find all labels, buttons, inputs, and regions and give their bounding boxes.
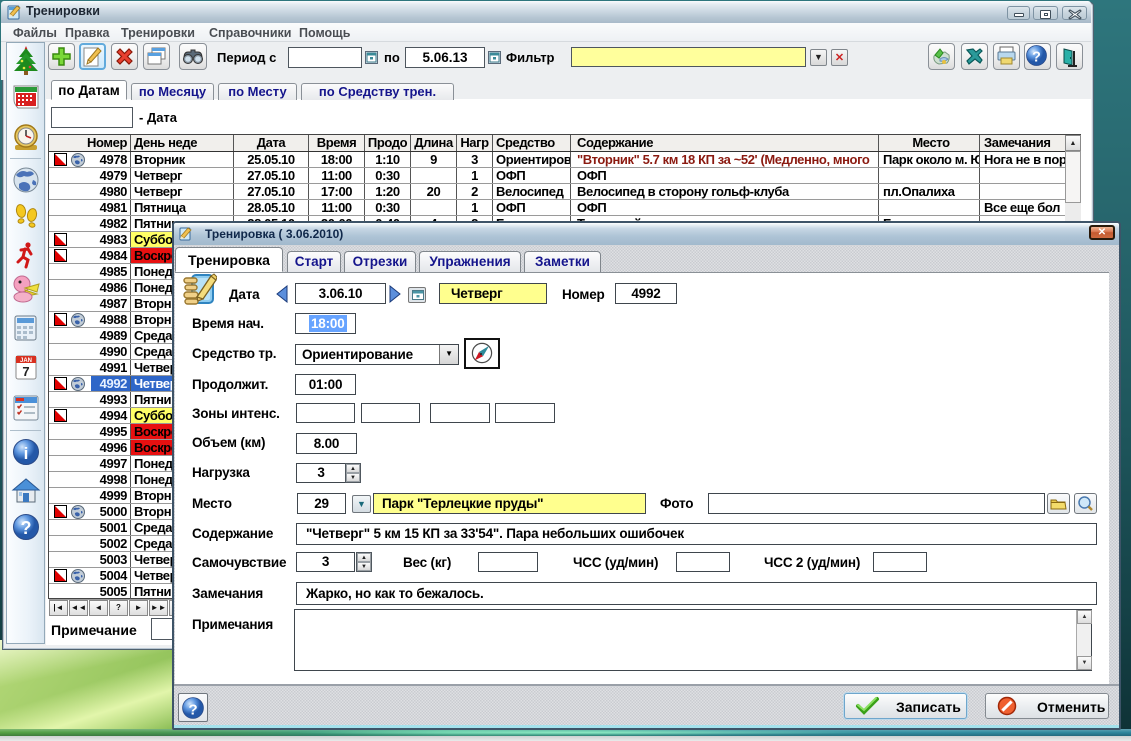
svg-text:i: i <box>24 444 29 463</box>
svg-text:7: 7 <box>22 364 29 379</box>
svg-text:?: ? <box>188 701 197 718</box>
svg-text:?: ? <box>21 518 32 538</box>
svg-text:?: ? <box>1032 50 1041 66</box>
